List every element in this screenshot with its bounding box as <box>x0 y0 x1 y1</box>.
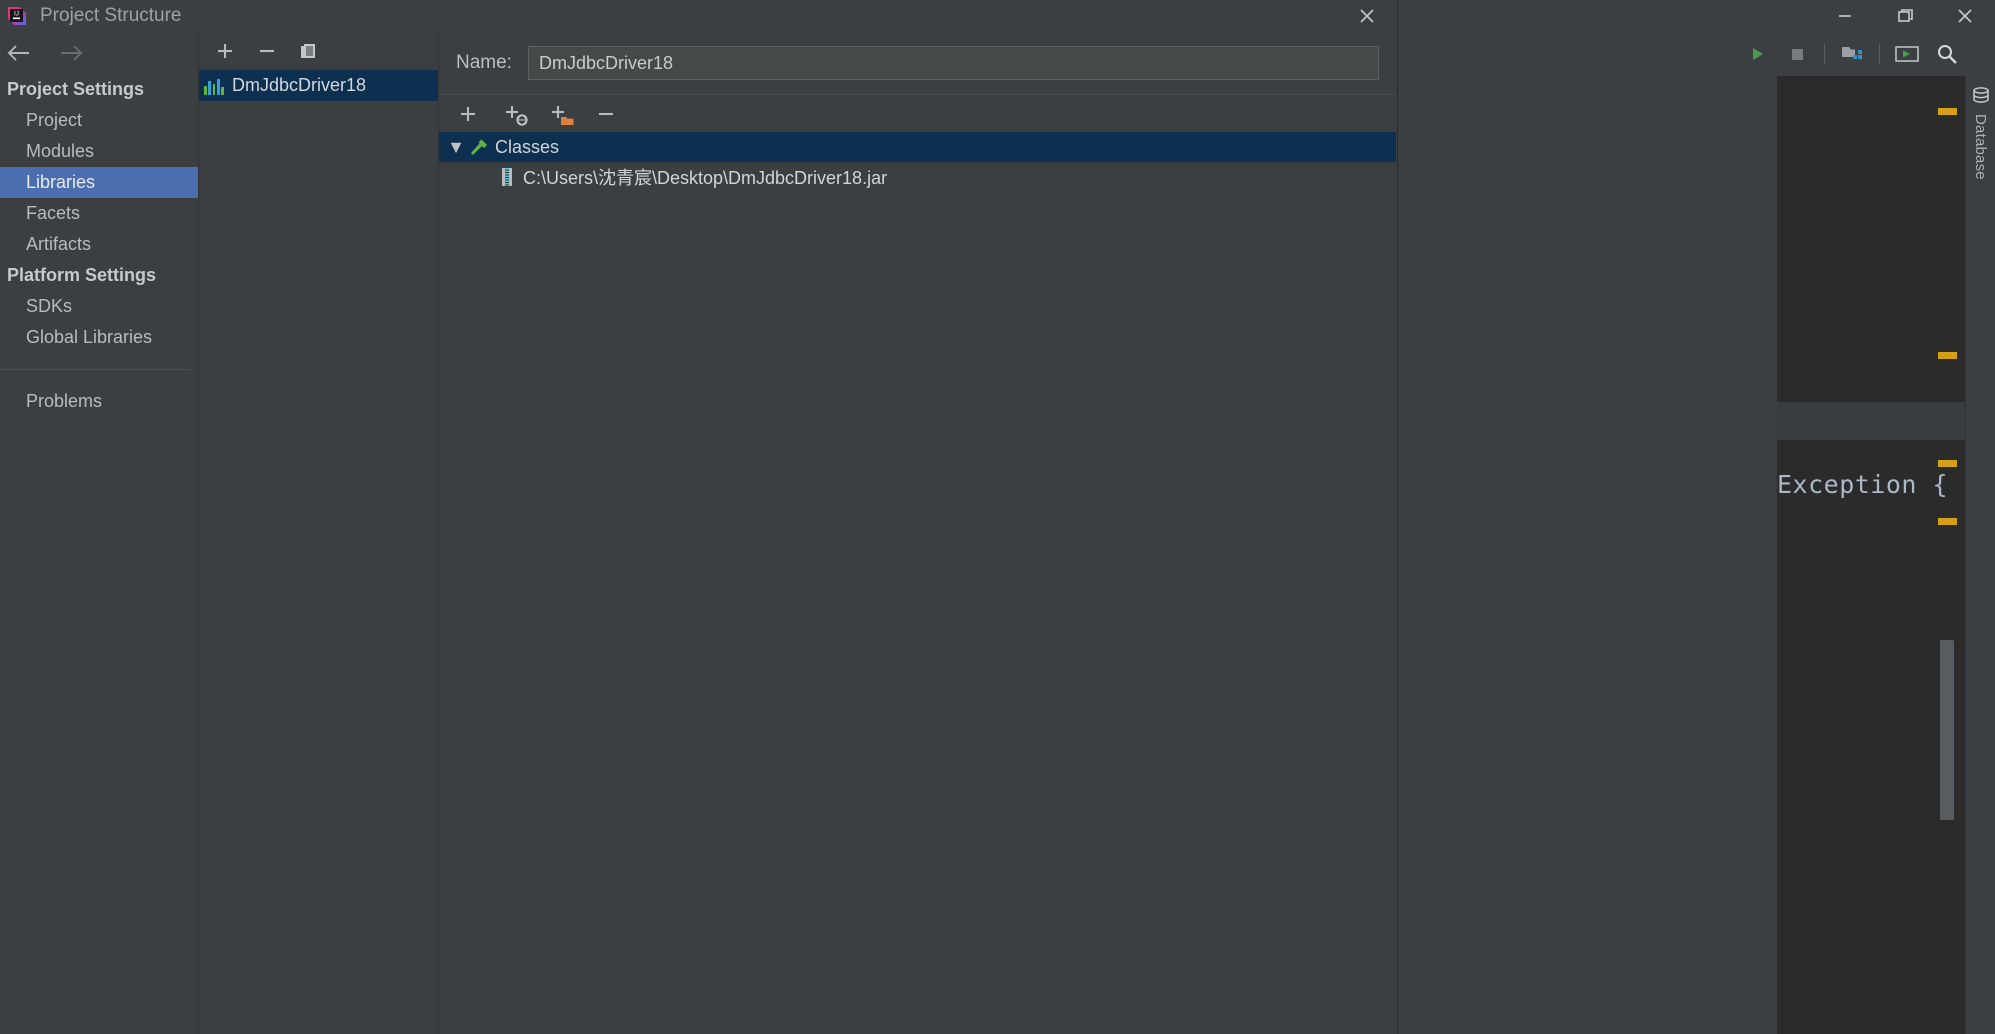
tree-label-jar-path: C:\Users\沈青宸\Desktop\DmJdbcDriver18.jar <box>523 168 888 188</box>
navigation-arrows <box>0 32 198 74</box>
toolbar-separator <box>1824 44 1825 64</box>
jar-icon <box>495 166 519 188</box>
svg-text:IJ: IJ <box>14 11 19 18</box>
tree-label-classes: Classes <box>495 136 560 157</box>
library-list-panel: DmJdbcDriver18 <box>199 32 439 1034</box>
sidebar-divider <box>0 369 190 370</box>
remove-root-button[interactable] <box>593 101 619 127</box>
sidebar-item-problems[interactable]: Problems <box>0 386 198 417</box>
sidebar-item-artifacts[interactable]: Artifacts <box>0 229 198 260</box>
arrow-right-icon[interactable] <box>56 38 86 68</box>
sidebar-group-project-settings: Project Settings <box>7 79 145 99</box>
sidebar-item-libraries[interactable]: Libraries <box>0 167 198 198</box>
globe-badge-icon <box>516 113 528 126</box>
chevron-down-icon[interactable]: ▼ <box>445 137 467 158</box>
stop-icon[interactable] <box>1784 41 1810 67</box>
sidebar-item-global-libraries[interactable]: Global Libraries <box>0 322 198 353</box>
sidebar-item-modules[interactable]: Modules <box>0 136 198 167</box>
ide-toolbar <box>1740 32 1995 76</box>
database-tool-window-tab[interactable]: Database <box>1965 76 1995 1034</box>
tree-row-jar[interactable]: C:\Users\沈青宸\Desktop\DmJdbcDriver18.jar <box>439 162 1396 192</box>
run-icon[interactable] <box>1744 41 1770 67</box>
settings-sidebar: Project Settings Project Modules Librari… <box>0 32 199 1034</box>
sidebar-item-project[interactable]: Project <box>0 105 198 136</box>
sidebar-group-platform-settings: Platform Settings <box>7 265 157 285</box>
arrow-left-icon[interactable] <box>4 38 34 68</box>
intellij-idea-icon: IJ <box>6 5 28 27</box>
list-item[interactable]: DmJdbcDriver18 <box>199 70 438 101</box>
library-roots-tree: ▼ Classes C:\Users\沈青宸\Desktop\DmJdbcDri… <box>439 132 1396 1034</box>
dialog-titlebar: IJ Project Structure <box>0 0 1397 32</box>
add-from-directory-button[interactable] <box>547 101 574 127</box>
tree-row-classes[interactable]: ▼ Classes <box>439 132 1396 162</box>
project-structure-dialog: IJ Project Structure Project Settings Pr… <box>0 0 1398 1034</box>
search-icon[interactable] <box>1934 41 1960 67</box>
library-name-input[interactable] <box>527 46 1379 80</box>
run-configuration-icon[interactable] <box>1894 41 1920 67</box>
add-root-button[interactable] <box>455 101 481 127</box>
editor-analysis-markers <box>1938 108 1960 1034</box>
editor-scrollbar-thumb[interactable] <box>1940 640 1954 820</box>
name-row: Name: <box>439 32 1397 94</box>
folder-badge-icon <box>561 116 574 125</box>
add-library-button[interactable] <box>213 39 237 63</box>
dialog-title: Project Structure <box>40 5 182 26</box>
remove-library-button[interactable] <box>255 39 279 63</box>
hammer-icon <box>467 136 491 158</box>
toolbar-separator-2 <box>1879 44 1880 64</box>
sidebar-item-sdks[interactable]: SDKs <box>0 291 198 322</box>
sidebar-item-facets[interactable]: Facets <box>0 198 198 229</box>
library-icon <box>204 77 224 95</box>
analysis-marker <box>1938 108 1957 115</box>
project-structure-icon[interactable] <box>1839 41 1865 67</box>
database-icon <box>1972 87 1989 103</box>
analysis-marker <box>1938 518 1957 525</box>
add-from-maven-button[interactable] <box>501 101 528 127</box>
library-list: DmJdbcDriver18 <box>199 70 438 1034</box>
minimize-icon[interactable] <box>1815 0 1875 32</box>
copy-library-button[interactable] <box>297 39 321 63</box>
ide-close-icon[interactable] <box>1935 0 1995 32</box>
library-roots-toolbar <box>439 94 1397 132</box>
analysis-marker <box>1938 460 1957 467</box>
name-label: Name: <box>456 52 512 73</box>
library-detail-panel: Name: DmJdbcDriver18 ▼ Classes C:\Users\… <box>439 32 1397 1034</box>
library-list-toolbar <box>199 32 438 70</box>
ide-window-controls <box>1815 0 1995 32</box>
dialog-close-button[interactable] <box>1337 0 1397 32</box>
library-name-label: DmJdbcDriver18 <box>232 75 367 95</box>
maximize-icon[interactable] <box>1875 0 1935 32</box>
dialog-body: Project Settings Project Modules Librari… <box>0 32 1397 1034</box>
analysis-marker <box>1938 352 1957 359</box>
database-tab-label: Database <box>1972 114 1989 180</box>
